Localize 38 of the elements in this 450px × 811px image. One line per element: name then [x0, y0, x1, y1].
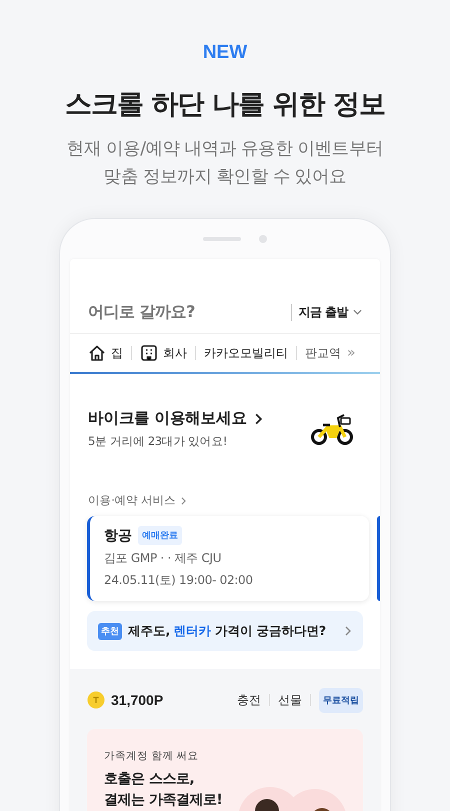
bike-promo-title[interactable]: 바이크를 이용해보세요 — [88, 408, 247, 429]
shortcut-tab[interactable]: 회사 — [140, 344, 187, 362]
chevron-right-icon — [180, 496, 186, 504]
new-label: NEW — [202, 42, 248, 64]
search-field[interactable]: 어디로 갈까요? — [88, 302, 292, 322]
flight-route: 김포 GMP · · 제주 CJU — [104, 550, 222, 567]
recommendation-banner[interactable]: 추천 제주도, 렌터카 가격이 궁금하다면? — [87, 611, 363, 651]
chevron-right-icon — [345, 626, 351, 636]
bike-promo-subtitle: 5분 거리에 23대가 있어요! — [88, 434, 228, 449]
shortcut-tab[interactable]: 집 — [88, 344, 123, 362]
recommend-badge: 추천 — [98, 622, 122, 640]
chevron-down-icon — [353, 309, 362, 315]
points-action[interactable]: 선물 — [278, 692, 302, 708]
banner-headline: 결제는 가족결제로! — [104, 791, 222, 810]
shortcut-tab[interactable]: 카카오모빌리티 — [204, 344, 288, 362]
points-action[interactable]: 충전 — [237, 692, 261, 708]
home-icon — [88, 344, 106, 362]
banner-caption: 가족계정 함께 써요 — [104, 749, 200, 763]
flight-datetime: 24.05.11(토) 19:00- 02:00 — [104, 572, 254, 589]
departure-dropdown[interactable]: 지금 출발 — [291, 304, 362, 320]
subtitle: 맞춤 정보까지 확인할 수 있어요 — [104, 166, 346, 188]
camera-icon — [259, 235, 267, 243]
family-banner[interactable]: 가족계정 함께 써요 호출은 스스로, 결제는 가족결제로! — [87, 729, 363, 811]
building-icon — [140, 344, 158, 362]
status-badge: 예매완료 — [138, 526, 182, 545]
headline: 스크롤 하단 나를 위한 정보 — [65, 88, 385, 122]
bicycle-icon — [310, 412, 354, 446]
shortcut-tab[interactable]: 판교역 — [305, 344, 341, 362]
coin-icon — [87, 691, 105, 709]
points-balance: 31,700P — [111, 692, 164, 708]
recommendation-text: 제주도, 렌터카 가격이 궁금하다면? — [128, 622, 327, 640]
reservation-card[interactable]: 항공 예매완료 김포 GMP · · 제주 CJU 24.05.11(토) 19:00- 02:00 — [87, 516, 369, 601]
subtitle: 현재 이용/예약 내역과 유용한 이벤트부터 — [66, 138, 384, 160]
chevron-right-icon — [254, 412, 262, 424]
banner-headline: 호출은 스스로, — [104, 770, 196, 789]
services-link[interactable]: 이용·예약 서비스 — [88, 493, 176, 508]
free-points-button[interactable]: 무료적립 — [319, 688, 363, 712]
reservation-category: 항공 — [104, 526, 132, 544]
